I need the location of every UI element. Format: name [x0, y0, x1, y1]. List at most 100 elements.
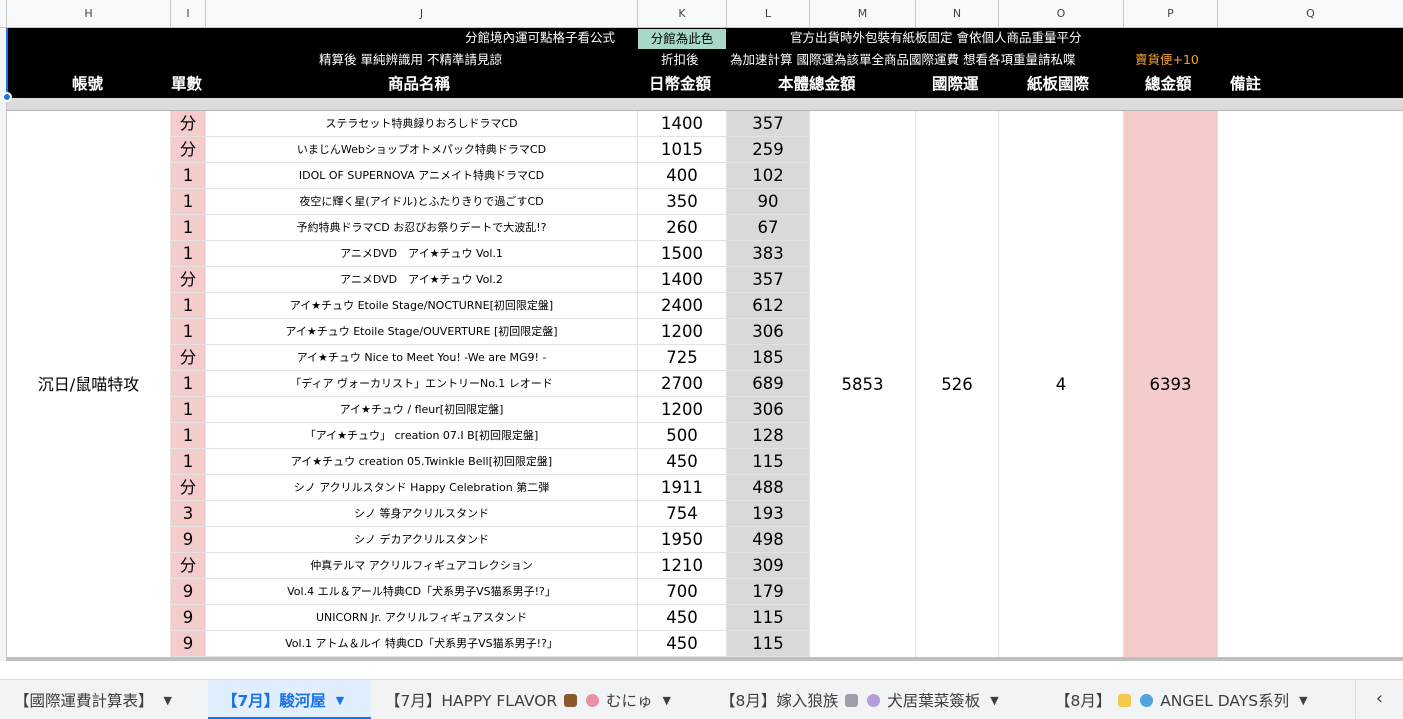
cell-converted-amount[interactable]: 179 [727, 579, 810, 605]
cell-product-name[interactable]: アニメDVD アイ★チュウ Vol.1 [206, 241, 638, 267]
cell-converted-amount[interactable]: 689 [727, 371, 810, 397]
tab-surugaya[interactable]: 【7月】駿河屋 ▼ [208, 680, 371, 719]
tab-angel-days[interactable]: 【8月】 ANGEL DAYS系列 ▼ [1041, 680, 1334, 719]
col-header-l[interactable]: L [727, 0, 810, 28]
col-header-q[interactable]: Q [1218, 0, 1403, 28]
cell-jpy-amount[interactable]: 2700 [638, 371, 727, 397]
col-header-j[interactable]: J [206, 0, 638, 28]
cell-jpy-amount[interactable]: 400 [638, 163, 727, 189]
cell-qty[interactable]: 分 [171, 345, 206, 371]
cell-qty[interactable]: 1 [171, 163, 206, 189]
tab-intl-shipping-calc[interactable]: 【國際運費計算表】 ▼ [0, 680, 208, 719]
cell-jpy-amount[interactable]: 450 [638, 605, 727, 631]
cell-intl-shipping[interactable]: 526 [916, 111, 999, 657]
cell-converted-amount[interactable]: 309 [727, 553, 810, 579]
cell-jpy-amount[interactable]: 450 [638, 631, 727, 657]
cell-product-name[interactable]: アニメDVD アイ★チュウ Vol.2 [206, 267, 638, 293]
cell-account[interactable]: 沉日/鼠喵特攻 [7, 111, 171, 657]
cell-qty[interactable]: 1 [171, 423, 206, 449]
cell-converted-amount[interactable]: 115 [727, 449, 810, 475]
cell-converted-amount[interactable]: 488 [727, 475, 810, 501]
cell-jpy-amount[interactable]: 1400 [638, 111, 727, 137]
cell-jpy-amount[interactable]: 725 [638, 345, 727, 371]
header-board-intl[interactable]: 紙板國際 [1027, 72, 1089, 96]
col-header-i[interactable]: I [171, 0, 206, 28]
cell-qty[interactable]: 1 [171, 241, 206, 267]
cell-qty[interactable]: 1 [171, 449, 206, 475]
cell-converted-amount[interactable]: 357 [727, 111, 810, 137]
header-product-name[interactable]: 商品名稱 [388, 72, 450, 96]
cell-product-name[interactable]: 仲真テルマ アクリルフィギュアコレクション [206, 553, 638, 579]
header-qty[interactable]: 單數 [171, 72, 202, 96]
cell-qty[interactable]: 1 [171, 215, 206, 241]
chevron-down-icon[interactable]: ▼ [663, 694, 671, 707]
header-grand-total[interactable]: 總金額 [1145, 72, 1192, 96]
cell-converted-amount[interactable]: 67 [727, 215, 810, 241]
tab-wolf-clan[interactable]: 【8月】嫁入狼族 犬居葉菜簽板 ▼ [706, 680, 1041, 719]
col-header-p[interactable]: P [1124, 0, 1218, 28]
cell-qty[interactable]: 分 [171, 475, 206, 501]
cell-converted-amount[interactable]: 259 [727, 137, 810, 163]
chevron-down-icon[interactable]: ▼ [1299, 694, 1307, 707]
cell-qty[interactable]: 9 [171, 579, 206, 605]
chevron-down-icon[interactable]: ▼ [164, 694, 172, 707]
cell-jpy-amount[interactable]: 1500 [638, 241, 727, 267]
cell-qty[interactable]: 9 [171, 631, 206, 657]
cell-converted-amount[interactable]: 383 [727, 241, 810, 267]
header-body-total[interactable]: 本體總金額 [778, 72, 856, 96]
cell-qty[interactable]: 1 [171, 397, 206, 423]
cell-jpy-amount[interactable]: 754 [638, 501, 727, 527]
cell-product-name[interactable]: 夜空に輝く星(アイドル)とふたりきりで過ごすCD [206, 189, 638, 215]
cell-qty[interactable]: 分 [171, 111, 206, 137]
chevron-down-icon[interactable]: ▼ [336, 694, 344, 707]
cell-product-name[interactable]: ステラセット特典録りおろしドラマCD [206, 111, 638, 137]
col-header-o[interactable]: O [999, 0, 1124, 28]
tab-happy-flavor[interactable]: 【7月】HAPPY FLAVOR むにゅ ▼ [371, 680, 706, 719]
header-account[interactable]: 帳號 [72, 72, 103, 96]
col-header-m[interactable]: M [810, 0, 916, 28]
cell-product-name[interactable]: アイ★チュウ Nice to Meet You! -We are MG9! - [206, 345, 638, 371]
corner-cell[interactable] [0, 0, 7, 28]
selection-handle[interactable] [2, 92, 12, 102]
col-header-k[interactable]: K [638, 0, 727, 28]
cell-product-name[interactable]: アイ★チュウ / fleur[初回限定盤] [206, 397, 638, 423]
cell-product-name[interactable]: いまじんWebショップオトメパック特典ドラマCD [206, 137, 638, 163]
cell-jpy-amount[interactable]: 500 [638, 423, 727, 449]
cell-product-name[interactable]: アイ★チュウ Etoile Stage/OUVERTURE [初回限定盤] [206, 319, 638, 345]
header-branch-color-legend[interactable]: 分館為此色 [638, 29, 726, 49]
col-header-n[interactable]: N [916, 0, 999, 28]
cell-converted-amount[interactable]: 193 [727, 501, 810, 527]
cell-product-name[interactable]: Vol.1 アトム＆ルイ 特典CD「犬系男子VS猫系男子!?」 [206, 631, 638, 657]
cell-qty[interactable]: 1 [171, 293, 206, 319]
frozen-divider[interactable] [7, 98, 1403, 111]
cell-jpy-amount[interactable]: 1950 [638, 527, 727, 553]
cell-body-total[interactable]: 5853 [810, 111, 916, 657]
cell-converted-amount[interactable]: 185 [727, 345, 810, 371]
cell-jpy-amount[interactable]: 1200 [638, 319, 727, 345]
cell-qty[interactable]: 分 [171, 137, 206, 163]
cell-converted-amount[interactable]: 128 [727, 423, 810, 449]
cell-converted-amount[interactable]: 115 [727, 605, 810, 631]
cell-jpy-amount[interactable]: 450 [638, 449, 727, 475]
cell-converted-amount[interactable]: 357 [727, 267, 810, 293]
cell-converted-amount[interactable]: 306 [727, 319, 810, 345]
col-header-h[interactable]: H [7, 0, 171, 28]
cell-product-name[interactable]: UNICORN Jr. アクリルフィギュアスタンド [206, 605, 638, 631]
cell-converted-amount[interactable]: 306 [727, 397, 810, 423]
cell-qty[interactable]: 9 [171, 527, 206, 553]
cell-product-name[interactable]: 「アイ★チュウ」 creation 07.I B[初回限定盤] [206, 423, 638, 449]
cell-grand-total[interactable]: 6393 [1124, 111, 1218, 657]
cell-qty[interactable]: 3 [171, 501, 206, 527]
cell-converted-amount[interactable]: 115 [727, 631, 810, 657]
cell-product-name[interactable]: 「ディア ヴォーカリスト」エントリーNo.1 レオード [206, 371, 638, 397]
cell-product-name[interactable]: アイ★チュウ Etoile Stage/NOCTURNE[初回限定盤] [206, 293, 638, 319]
cell-product-name[interactable]: 予約特典ドラマCD お忍びお祭りデートで大波乱!? [206, 215, 638, 241]
header-intl-shipping[interactable]: 國際運 [932, 72, 979, 96]
header-jpy-amount[interactable]: 日幣金額 [649, 72, 711, 96]
cell-qty[interactable]: 9 [171, 605, 206, 631]
cell-jpy-amount[interactable]: 1911 [638, 475, 727, 501]
cell-qty[interactable]: 分 [171, 267, 206, 293]
cell-qty[interactable]: 1 [171, 371, 206, 397]
cell-product-name[interactable]: アイ★チュウ creation 05.Twinkle Bell[初回限定盤] [206, 449, 638, 475]
cell-product-name[interactable]: シノ 等身アクリルスタンド [206, 501, 638, 527]
